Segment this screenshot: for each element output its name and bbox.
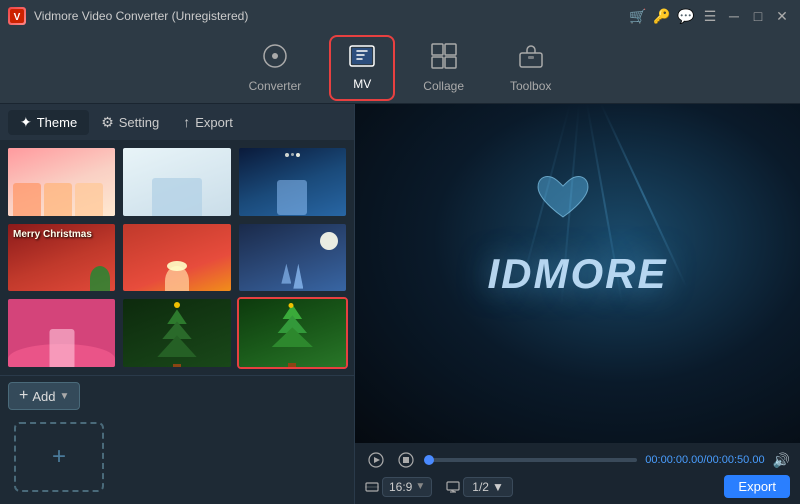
ratio-arrow-icon: ▼ — [415, 481, 425, 492]
nav-bar: Converter MV Collage — [0, 32, 800, 104]
tab-mv[interactable]: MV — [329, 35, 395, 101]
mv-label: MV — [353, 77, 371, 91]
svg-text:V: V — [14, 12, 21, 23]
main-content: ✦ Theme ⚙ Setting ↑ Export — [0, 104, 800, 504]
theme-grid: Happy Simple — [0, 140, 354, 375]
player-controls: 00:00:00.00/00:00:50.00 🔊 16:9 ▼ — [355, 443, 800, 504]
vidmore-logo: IDMORE — [488, 250, 668, 298]
minimize-button[interactable]: ─ — [724, 6, 744, 26]
theme-simple[interactable]: Simple — [121, 146, 232, 218]
time-display: 00:00:00.00/00:00:50.00 — [645, 454, 764, 466]
add-thumbnail-area[interactable]: + — [14, 422, 104, 492]
tab-toolbox[interactable]: Toolbox — [492, 35, 569, 101]
add-plus-icon: + — [52, 443, 66, 471]
theme-merry-christmas[interactable]: Merry Christmas Merry Christmas — [6, 222, 117, 294]
app-icon: V — [8, 7, 26, 25]
theme-christmas-eve[interactable]: Christmas Eve — [237, 146, 348, 218]
bottom-area: + Add ▼ + — [0, 375, 354, 504]
progress-thumb[interactable] — [424, 455, 434, 465]
right-panel: IDMORE — [355, 104, 800, 504]
chat-icon[interactable]: 💬 — [676, 6, 696, 26]
theme-happy[interactable]: Happy — [6, 146, 117, 218]
monitor-value: 1/2 — [472, 480, 489, 494]
key-icon[interactable]: 🔑 — [652, 6, 672, 26]
volume-icon[interactable]: 🔊 — [773, 452, 790, 469]
monitor-container: 1/2 ▼ — [446, 477, 513, 497]
collage-icon — [431, 43, 457, 75]
theme-beautiful-christmas[interactable]: Beautiful Christmas — [237, 297, 348, 369]
tab-converter[interactable]: Converter — [231, 35, 320, 101]
theme-icon: ✦ — [20, 114, 32, 131]
export-tab-label: Export — [195, 115, 233, 130]
title-bar-controls: 🛒 🔑 💬 ☰ ─ □ ✕ — [628, 6, 792, 26]
plus-icon: + — [19, 387, 28, 405]
ratio-selector[interactable]: 16:9 ▼ — [382, 477, 432, 497]
theme-christmas-tree[interactable]: Christmas Tree — [121, 297, 232, 369]
ratio-value: 16:9 — [389, 480, 412, 494]
setting-tab[interactable]: ⚙ Setting — [89, 110, 171, 135]
export-tab[interactable]: ↑ Export — [171, 110, 245, 134]
toolbox-label: Toolbox — [510, 79, 551, 93]
menu-icon[interactable]: ☰ — [700, 6, 720, 26]
title-bar-text: Vidmore Video Converter (Unregistered) — [34, 9, 628, 23]
add-button[interactable]: + Add ▼ — [8, 382, 80, 410]
setting-icon: ⚙ — [101, 114, 114, 131]
left-panel: ✦ Theme ⚙ Setting ↑ Export — [0, 104, 355, 504]
title-bar: V Vidmore Video Converter (Unregistered)… — [0, 0, 800, 32]
stop-button[interactable] — [395, 449, 417, 471]
toolbox-icon — [518, 43, 544, 75]
theme-tab-label: Theme — [37, 115, 77, 130]
panel-tabs: ✦ Theme ⚙ Setting ↑ Export — [0, 104, 354, 140]
theme-snowy-night[interactable]: Snowy Night — [237, 222, 348, 294]
controls-bottom-row: 16:9 ▼ 1/2 ▼ Export — [365, 475, 790, 498]
cart-icon[interactable]: 🛒 — [628, 6, 648, 26]
ratio-icon — [365, 480, 379, 494]
monitor-selector[interactable]: 1/2 ▼ — [463, 477, 513, 497]
converter-icon — [262, 43, 288, 75]
close-button[interactable]: ✕ — [772, 6, 792, 26]
setting-tab-label: Setting — [119, 115, 159, 130]
dropdown-arrow-icon: ▼ — [59, 391, 69, 402]
export-button[interactable]: Export — [724, 475, 790, 498]
video-preview: IDMORE — [355, 104, 800, 443]
progress-bar[interactable] — [425, 458, 637, 462]
converter-label: Converter — [249, 79, 302, 93]
maximize-button[interactable]: □ — [748, 6, 768, 26]
mv-icon — [349, 45, 375, 73]
ratio-container: 16:9 ▼ — [365, 477, 432, 497]
theme-tab[interactable]: ✦ Theme — [8, 110, 89, 135]
light-heart — [533, 172, 593, 222]
play-button[interactable] — [365, 449, 387, 471]
monitor-arrow-icon: ▼ — [492, 480, 504, 494]
controls-top-row: 00:00:00.00/00:00:50.00 🔊 — [365, 449, 790, 471]
add-label: Add — [32, 389, 55, 404]
theme-stripes-waves[interactable]: Stripes & Waves — [6, 297, 117, 369]
export-icon: ↑ — [183, 114, 190, 130]
tab-collage[interactable]: Collage — [405, 35, 482, 101]
theme-santa-claus[interactable]: Santa Claus — [121, 222, 232, 294]
monitor-icon — [446, 480, 460, 494]
collage-label: Collage — [423, 79, 464, 93]
